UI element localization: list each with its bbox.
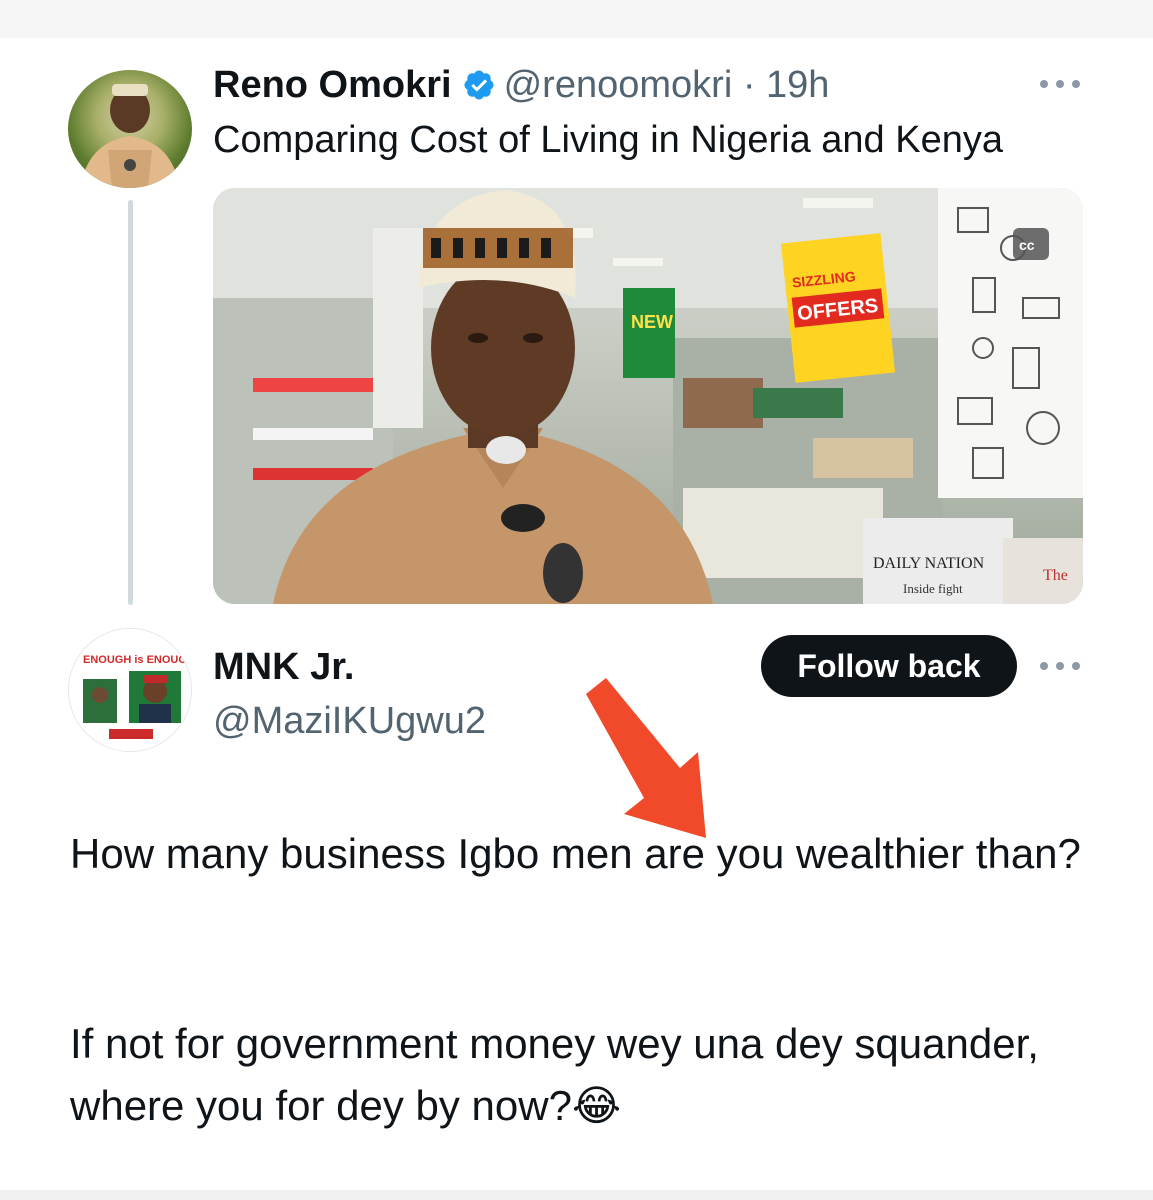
tweet-media[interactable]: NEW SIZZLING OFFERS cc DAILY NATION Insi… [213,188,1083,604]
author-handle-time[interactable]: @renoomokri · 19h [504,64,830,106]
reply-author-avatar[interactable]: ENOUGH is ENOUGH [68,628,192,752]
avatar-banner-text: ENOUGH is ENOUGH [83,654,192,666]
reply-more-options-icon[interactable] [1040,660,1080,672]
follow-back-button[interactable]: Follow back [761,635,1017,697]
media-scene: NEW SIZZLING OFFERS cc DAILY NATION Insi… [213,188,1083,604]
new-sign-text: NEW [631,312,673,332]
reply-author-handle[interactable]: @MaziIKUgwu2 [213,700,486,743]
more-options-icon[interactable] [1040,78,1080,90]
bottom-strip [0,1190,1153,1200]
tweet-header: Reno Omokri @renoomokri · 19h [213,64,829,107]
author-avatar[interactable] [68,70,192,188]
svg-text:cc: cc [1019,237,1035,253]
tweet-text: Comparing Cost of Living in Nigeria and … [213,119,1003,161]
reply-paragraph-1: How many business Igbo men are you wealt… [70,830,1081,877]
verified-badge-icon [464,70,494,100]
newspaper-subtitle: Inside fight [903,581,963,596]
thread-connector-line [128,200,133,605]
reply-author-name[interactable]: MNK Jr. [213,646,354,689]
newspaper-title: DAILY NATION [873,555,985,572]
reply-paragraph-2: If not for government money wey una dey … [70,1020,1039,1129]
newspaper-2-title: The [1043,567,1068,584]
red-arrow-annotation [586,678,706,838]
author-name[interactable]: Reno Omokri [213,64,452,106]
